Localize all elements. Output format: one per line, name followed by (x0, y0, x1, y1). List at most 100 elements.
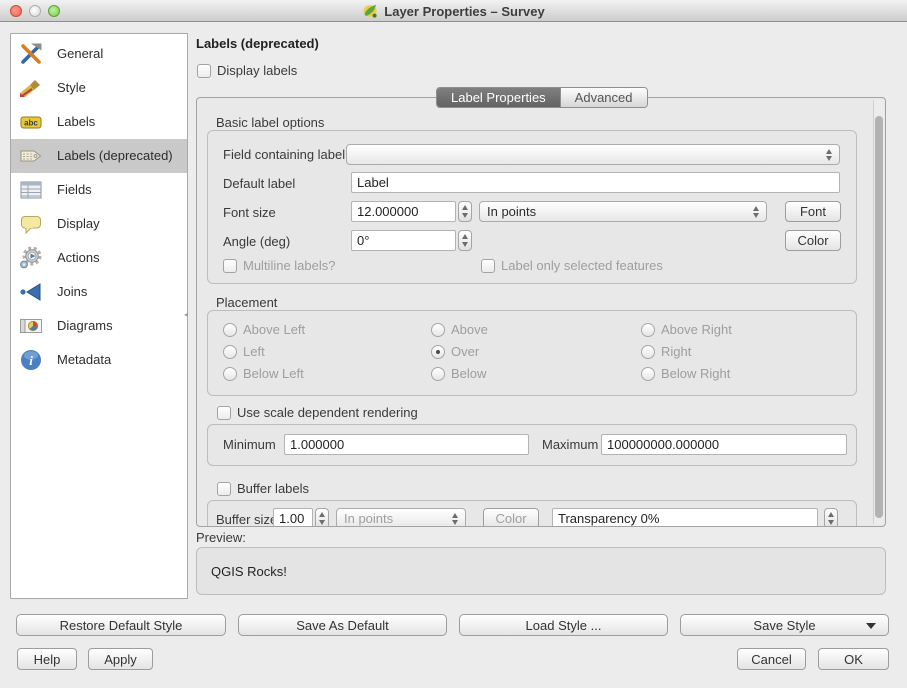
fields-icon (19, 178, 43, 202)
radio-label: Right (661, 344, 691, 359)
placement-over[interactable]: Over (431, 344, 479, 359)
placement-below[interactable]: Below (431, 366, 486, 381)
placement-left[interactable]: Left (223, 344, 265, 359)
display-icon (19, 212, 43, 236)
vertical-scrollbar[interactable] (873, 100, 884, 524)
buffer-color-label: Color (495, 511, 526, 526)
display-labels-checkbox[interactable] (197, 64, 211, 78)
window-title: Layer Properties – Survey (384, 4, 544, 19)
radio-label: Above Left (243, 322, 305, 337)
angle-input[interactable]: 0° (351, 230, 456, 251)
cancel-button[interactable]: Cancel (737, 648, 806, 670)
buffer-unit-value: In points (344, 511, 393, 526)
sidebar-item-fields[interactable]: Fields (11, 173, 187, 207)
sidebar-item-label: Metadata (57, 352, 111, 367)
preview-box: QGIS Rocks! (196, 547, 886, 595)
font-button[interactable]: Font (785, 201, 841, 222)
font-size-unit-value: In points (487, 204, 536, 219)
label-properties-panel: Basic label options Field containing lab… (196, 97, 886, 527)
font-size-input[interactable]: 12.000000 (351, 201, 456, 222)
buffer-unit-dropdown[interactable]: In points (336, 508, 466, 527)
sidebar-item-joins[interactable]: Joins (11, 275, 187, 309)
placement-above-left[interactable]: Above Left (223, 322, 305, 337)
radio-icon (223, 367, 237, 381)
field-containing-dropdown[interactable] (346, 144, 840, 165)
radio-label: Over (451, 344, 479, 359)
font-size-label: Font size (223, 205, 276, 220)
buffer-size-stepper[interactable] (315, 508, 329, 527)
svg-text:abc: abc (24, 119, 38, 128)
sidebar-item-metadata[interactable]: i Metadata (11, 343, 187, 377)
default-label-input[interactable]: Label (351, 172, 840, 193)
help-button[interactable]: Help (17, 648, 77, 670)
sidebar-item-labels[interactable]: abc Labels (11, 105, 187, 139)
buffer-size-input[interactable]: 1.00 (273, 508, 313, 527)
save-as-default-button[interactable]: Save As Default (238, 614, 447, 636)
placement-right[interactable]: Right (641, 344, 691, 359)
ok-button[interactable]: OK (818, 648, 889, 670)
scrollbar-thumb[interactable] (875, 116, 883, 518)
buffer-size-label: Buffer size (216, 512, 277, 527)
buffer-transparency-stepper[interactable] (824, 508, 838, 527)
buffer-labels-checkbox[interactable] (217, 482, 231, 496)
radio-icon (641, 345, 655, 359)
multiline-labels-checkbox[interactable] (223, 259, 237, 273)
placement-below-right[interactable]: Below Right (641, 366, 730, 381)
color-button[interactable]: Color (785, 230, 841, 251)
scale-dependent-checkbox[interactable] (217, 406, 231, 420)
scale-dependent-row: Use scale dependent rendering (217, 405, 418, 420)
sidebar-item-style[interactable]: Style (11, 71, 187, 105)
properties-sidebar: General Style abc Labels (10, 33, 188, 599)
radio-label: Below Left (243, 366, 304, 381)
sidebar-item-label: Actions (57, 250, 100, 265)
multiline-labels-row: Multiline labels? (223, 258, 336, 273)
sidebar-item-label: Diagrams (57, 318, 113, 333)
radio-label: Left (243, 344, 265, 359)
save-style-button[interactable]: Save Style (680, 614, 889, 636)
display-labels-row: Display labels (197, 63, 297, 78)
apply-button[interactable]: Apply (88, 648, 153, 670)
placement-below-left[interactable]: Below Left (223, 366, 304, 381)
buffer-transparency-input[interactable]: Transparency 0% (552, 508, 818, 527)
selected-features-label: Label only selected features (501, 258, 663, 273)
minimum-label: Minimum (223, 437, 276, 452)
radio-selected-icon (431, 345, 445, 359)
buffer-color-button[interactable]: Color (483, 508, 539, 527)
sidebar-item-label: Style (57, 80, 86, 95)
sidebar-item-general[interactable]: General (11, 37, 187, 71)
sidebar-item-display[interactable]: Display (11, 207, 187, 241)
placement-above[interactable]: Above (431, 322, 488, 337)
tab-advanced[interactable]: Advanced (560, 88, 647, 107)
chevron-updown-icon (752, 205, 761, 219)
preview-label: Preview: (196, 530, 246, 545)
font-size-unit-dropdown[interactable]: In points (479, 201, 767, 222)
sidebar-item-label: Joins (57, 284, 87, 299)
minimum-input[interactable]: 1.000000 (284, 434, 529, 455)
angle-stepper[interactable] (458, 230, 472, 251)
page-title: Labels (deprecated) (196, 36, 319, 51)
angle-label: Angle (deg) (223, 234, 290, 249)
sidebar-item-labels-deprecated[interactable]: Labels (deprecated) (11, 139, 187, 173)
font-size-stepper[interactable] (458, 201, 472, 222)
selected-features-checkbox[interactable] (481, 259, 495, 273)
maximum-input[interactable]: 100000000.000000 (601, 434, 847, 455)
restore-default-style-button[interactable]: Restore Default Style (16, 614, 226, 636)
load-style-button[interactable]: Load Style ... (459, 614, 668, 636)
diagrams-icon (19, 314, 43, 338)
radio-icon (223, 323, 237, 337)
labels-deprecated-icon (19, 144, 43, 168)
tab-label-properties[interactable]: Label Properties (437, 88, 560, 107)
placement-above-right[interactable]: Above Right (641, 322, 732, 337)
dropdown-arrow-icon (866, 623, 876, 629)
multiline-labels-label: Multiline labels? (243, 258, 336, 273)
sidebar-item-label: Labels (57, 114, 95, 129)
sidebar-item-actions[interactable]: Actions (11, 241, 187, 275)
chevron-updown-icon (451, 512, 460, 526)
splitter-handle[interactable]: ◂ (184, 310, 192, 320)
radio-label: Above (451, 322, 488, 337)
placement-group-title: Placement (216, 295, 277, 310)
radio-label: Below (451, 366, 486, 381)
sidebar-item-diagrams[interactable]: Diagrams (11, 309, 187, 343)
metadata-icon: i (19, 348, 43, 372)
sidebar-item-label: Display (57, 216, 100, 231)
